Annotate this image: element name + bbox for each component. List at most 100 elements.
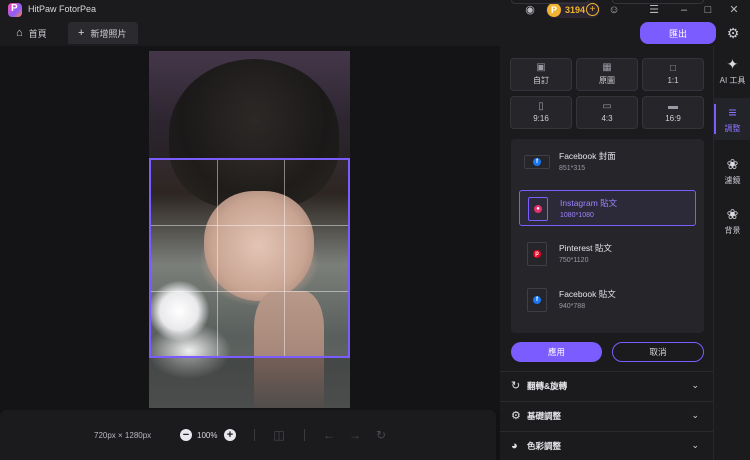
section-label: 色彩調整 [527, 440, 562, 451]
reset-icon[interactable]: ↻ [374, 428, 388, 442]
bottom-toolbar: 720px × 1280px − 100% + ◫ ← → ↻ [0, 410, 496, 460]
panel-top-edge [612, 0, 704, 4]
divider [254, 429, 255, 441]
preset-facebook-post[interactable]: f Facebook 貼文 940*788 [519, 282, 696, 318]
instagram-icon: ● [534, 205, 542, 213]
ratio-4-3-button[interactable]: ▭ 4:3 [576, 96, 638, 129]
crop-grid-line [217, 160, 218, 356]
preset-size: 940*788 [559, 303, 586, 310]
pinterest-icon: p [533, 250, 541, 258]
tool-background[interactable]: ❀ 背景 [714, 200, 750, 242]
ratio-9-16-button[interactable]: ▯ 9:16 [510, 96, 572, 129]
tool-ai-tools[interactable]: ✦ AI 工具 [714, 50, 750, 92]
panel-top-edge [511, 0, 589, 4]
adjust-icon: ≡ [728, 104, 737, 120]
preset-thumb: p [527, 242, 547, 266]
divider [304, 429, 305, 441]
ai-tools-icon: ✦ [726, 56, 739, 72]
close-icon[interactable]: ✕ [726, 2, 742, 18]
tool-label: 背景 [724, 226, 741, 235]
facebook-icon: f [533, 158, 541, 166]
crop-grid-line [284, 160, 285, 356]
tool-label: 濾鏡 [724, 176, 741, 185]
facebook-icon: f [533, 296, 541, 304]
gear-icon[interactable]: ⚙ [724, 24, 742, 42]
crop-dim-top [149, 51, 350, 158]
preset-instagram-post[interactable]: ● Instagram 貼文 1080*1080 [519, 190, 696, 226]
ratio-label: 原圖 [599, 76, 615, 85]
rotate-icon: ↻ [511, 380, 521, 392]
ratio-label: 16:9 [665, 114, 681, 123]
section-color-adjust[interactable]: ◕ 色彩調整 ⌄ [500, 431, 713, 459]
portrait-icon: ▯ [538, 101, 544, 112]
preset-name: Pinterest 貼文 [559, 243, 612, 253]
crop-frame[interactable] [149, 158, 350, 358]
crop-dim-bottom [149, 358, 350, 408]
tool-label: AI 工具 [719, 76, 746, 85]
tool-filter[interactable]: ❀ 濾鏡 [714, 150, 750, 192]
apply-button[interactable]: 應用 [511, 342, 602, 362]
landscape-icon: ▭ [602, 101, 612, 112]
crop-grid-line [151, 291, 348, 292]
tab-new-photo[interactable]: + 新增照片 [68, 22, 138, 44]
crop-free-icon: ▣ [536, 62, 546, 73]
image-icon: ▦ [602, 62, 612, 73]
preset-size: 750*1120 [559, 257, 589, 264]
discord-icon[interactable]: ◉ [522, 2, 538, 18]
preset-size: 1080*1080 [560, 212, 594, 219]
coin-icon: P [547, 3, 561, 17]
account-icon[interactable]: ☺ [606, 2, 622, 18]
preset-name: Facebook 封面 [559, 151, 616, 161]
coin-count: 3194 [565, 5, 586, 15]
add-coins-icon[interactable]: + [586, 3, 599, 16]
zoom-out-button[interactable]: − [180, 429, 192, 441]
ratio-label: 1:1 [667, 76, 679, 85]
ratio-original-button[interactable]: ▦ 原圖 [576, 58, 638, 91]
ratio-16-9-button[interactable]: ▬ 16:9 [642, 96, 704, 129]
preset-thumb: f [524, 155, 550, 169]
menu-icon[interactable]: ☰ [646, 2, 662, 18]
square-icon: □ [669, 63, 677, 74]
tab-new-photo-label: 新增照片 [90, 28, 127, 39]
section-flip-rotate[interactable]: ↻ 翻轉&旋轉 ⌄ [500, 371, 713, 399]
section-basic-adjust[interactable]: ⚙ 基礎調整 ⌄ [500, 401, 713, 429]
ratio-custom-button[interactable]: ▣ 自訂 [510, 58, 572, 91]
compare-icon[interactable]: ◫ [272, 428, 286, 442]
export-button[interactable]: 匯出 [640, 22, 716, 44]
app-logo-icon [8, 3, 22, 17]
undo-icon[interactable]: ← [322, 428, 336, 442]
ratio-1-1-button[interactable]: □ 1:1 [642, 58, 704, 91]
preset-pinterest-post[interactable]: p Pinterest 貼文 750*1120 [519, 236, 696, 272]
wide-icon: ▬ [668, 101, 678, 112]
home-icon: ⌂ [16, 27, 23, 39]
chevron-down-icon: ⌄ [691, 380, 699, 390]
preset-name: Facebook 貼文 [559, 289, 616, 299]
zoom-in-button[interactable]: + [224, 429, 236, 441]
tool-adjust[interactable]: ≡ 調整 [714, 98, 750, 140]
palette-icon: ◕ [511, 439, 518, 452]
preset-thumb: f [527, 288, 547, 312]
tab-home[interactable]: ⌂ 首頁 [16, 22, 47, 44]
zoom-level: 100% [197, 431, 218, 440]
ratio-label: 4:3 [601, 114, 613, 123]
section-label: 基礎調整 [527, 410, 562, 421]
ratio-label: 自訂 [533, 76, 549, 85]
app-title: HitPaw FotorPea [28, 4, 97, 14]
tab-home-label: 首頁 [28, 28, 47, 39]
coin-balance[interactable]: P 3194 + [546, 2, 600, 18]
preset-facebook-cover[interactable]: f Facebook 封面 851*315 [519, 144, 696, 180]
cancel-button[interactable]: 取消 [612, 342, 704, 362]
chevron-down-icon: ⌄ [691, 440, 699, 450]
preset-list: f Facebook 封面 851*315 ● Instagram 貼文 108… [511, 139, 704, 333]
minimize-icon[interactable]: – [676, 2, 692, 18]
filter-icon: ❀ [726, 156, 739, 172]
plus-icon: + [78, 27, 85, 39]
redo-icon[interactable]: → [348, 428, 362, 442]
tab-bar: ⌂ 首頁 + 新增照片 [0, 20, 750, 46]
preset-name: Instagram 貼文 [560, 198, 618, 208]
tool-rail: ✦ AI 工具 ≡ 調整 ❀ 濾鏡 ❀ 背景 [713, 46, 750, 460]
sliders-icon: ⚙ [511, 410, 521, 422]
ratio-label: 9:16 [533, 114, 549, 123]
maximize-icon[interactable]: □ [700, 2, 716, 18]
chevron-down-icon: ⌄ [691, 410, 699, 420]
